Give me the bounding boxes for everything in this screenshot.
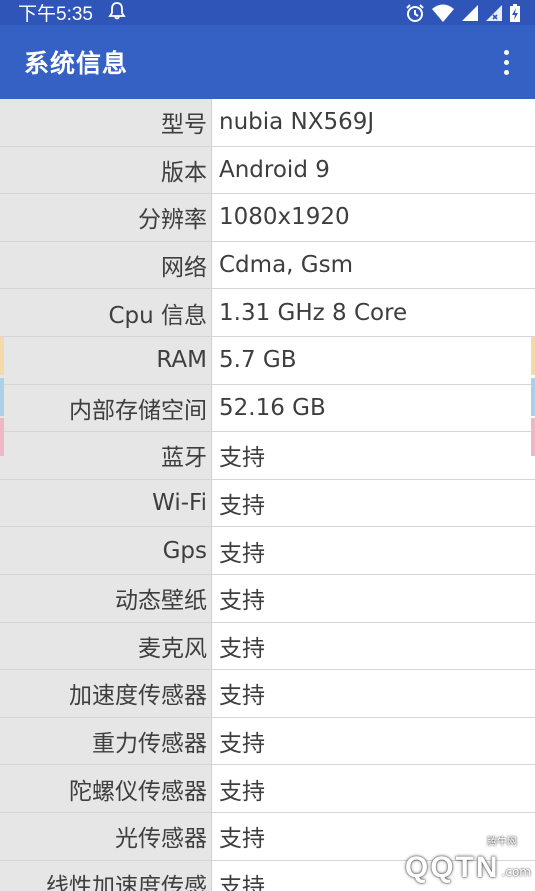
- info-label: 陀螺仪传感器: [0, 765, 212, 812]
- info-value: 1.31 GHz 8 Core: [212, 289, 535, 336]
- page-title: 系统信息: [24, 49, 129, 78]
- info-label: 型号: [0, 99, 212, 146]
- info-row[interactable]: Wi-Fi 支持: [0, 479, 535, 528]
- app-bar: 系统信息: [0, 25, 535, 99]
- info-label: 动态壁纸: [0, 574, 212, 622]
- info-row[interactable]: 光传感器 支持: [0, 812, 535, 861]
- info-row[interactable]: RAM 5.7 GB: [0, 336, 535, 385]
- signal-icon: [461, 4, 479, 22]
- edge-decoration-right: [531, 378, 535, 416]
- info-label: Wi-Fi: [0, 479, 212, 527]
- info-value: 支持: [212, 432, 535, 479]
- battery-charging-icon: [509, 3, 521, 23]
- edge-decoration-left: [0, 418, 4, 456]
- info-value: 支持: [212, 765, 535, 812]
- info-value: 1080x1920: [212, 194, 535, 241]
- info-label: Gps: [0, 527, 212, 574]
- info-value: nubia NX569J: [212, 99, 535, 146]
- info-row[interactable]: 陀螺仪传感器 支持: [0, 765, 535, 813]
- info-value: 支持: [212, 574, 535, 622]
- info-row[interactable]: 型号 nubia NX569J: [0, 99, 535, 147]
- info-row[interactable]: 加速度传感器 支持: [0, 670, 535, 718]
- info-row[interactable]: 内部存储空间 52.16 GB: [0, 384, 535, 433]
- info-value: 支持: [212, 527, 535, 574]
- info-label: 麦克风: [0, 622, 212, 670]
- info-row[interactable]: Gps 支持: [0, 527, 535, 575]
- info-value: 支持: [212, 670, 535, 717]
- info-row[interactable]: 分辨率 1080x1920: [0, 194, 535, 242]
- info-value: 支持: [212, 860, 535, 891]
- info-row[interactable]: 版本 Android 9: [0, 146, 535, 195]
- notification-bell-icon: [107, 1, 127, 25]
- info-label: 重力传感器: [0, 717, 212, 765]
- info-label: 内部存储空间: [0, 384, 212, 432]
- edge-decoration-right: [531, 418, 535, 456]
- info-value: 支持: [212, 622, 535, 670]
- info-value: Cdma, Gsm: [212, 241, 535, 289]
- info-value: 支持: [212, 717, 535, 765]
- status-bar: 下午5:35: [0, 0, 535, 25]
- info-label: 版本: [0, 146, 212, 194]
- info-value: 支持: [212, 479, 535, 527]
- info-value: Android 9: [212, 146, 535, 194]
- info-label: 线性加速度传感: [0, 860, 212, 891]
- info-row[interactable]: 麦克风 支持: [0, 622, 535, 671]
- alarm-clock-icon: [405, 3, 425, 23]
- info-row[interactable]: 网络 Cdma, Gsm: [0, 241, 535, 290]
- info-row[interactable]: Cpu 信息 1.31 GHz 8 Core: [0, 289, 535, 337]
- info-row[interactable]: 重力传感器 支持: [0, 717, 535, 766]
- status-time: 下午5:35: [18, 4, 93, 25]
- info-row[interactable]: 蓝牙 支持: [0, 432, 535, 480]
- info-label: 蓝牙: [0, 432, 212, 479]
- info-value: 支持: [212, 812, 535, 860]
- info-label: 加速度传感器: [0, 670, 212, 717]
- info-label: RAM: [0, 336, 212, 384]
- system-info-list[interactable]: 型号 nubia NX569J 版本 Android 9 分辨率 1080x1920 网络 C…: [0, 99, 535, 891]
- info-label: 光传感器: [0, 812, 212, 860]
- info-label: Cpu 信息: [0, 289, 212, 336]
- info-value: 5.7 GB: [212, 336, 535, 384]
- edge-decoration-left: [0, 337, 4, 375]
- info-value: 52.16 GB: [212, 384, 535, 432]
- more-vert-icon[interactable]: [495, 42, 517, 82]
- info-row[interactable]: 动态壁纸 支持: [0, 574, 535, 623]
- wifi-icon: [431, 3, 455, 23]
- info-label: 分辨率: [0, 194, 212, 241]
- info-label: 网络: [0, 241, 212, 289]
- edge-decoration-left: [0, 378, 4, 416]
- signal-no-data-icon: [485, 4, 503, 22]
- info-row[interactable]: 线性加速度传感 支持: [0, 860, 535, 891]
- edge-decoration-right: [531, 337, 535, 375]
